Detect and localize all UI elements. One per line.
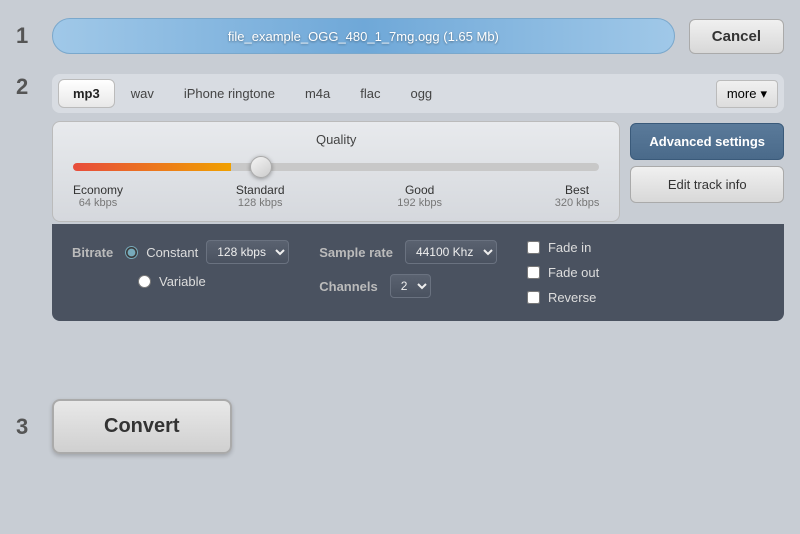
convert-button[interactable]: Convert xyxy=(52,399,232,454)
quality-markers: Economy 64 kbps Standard 128 kbps Good 1… xyxy=(73,183,599,209)
variable-label: Variable xyxy=(159,274,206,289)
spacer xyxy=(0,321,800,381)
file-bar: file_example_OGG_480_1_7mg.ogg (1.65 Mb) xyxy=(52,18,675,54)
marker-good-kbps: 192 kbps xyxy=(397,197,442,209)
constant-label: Constant xyxy=(146,245,198,260)
fade-out-checkbox[interactable] xyxy=(527,266,540,279)
marker-standard-kbps: 128 kbps xyxy=(236,197,285,209)
step2-row: 2 mp3 wav iPhone ringtone m4a flac ogg m… xyxy=(0,68,800,321)
marker-economy: Economy 64 kbps xyxy=(73,183,123,209)
tab-m4a[interactable]: m4a xyxy=(291,80,344,107)
variable-row: Variable xyxy=(72,274,289,289)
sample-channels-column: Sample rate 44100 Khz 22050 Khz 48000 Kh… xyxy=(319,240,497,298)
marker-best: Best 320 kbps xyxy=(555,183,600,209)
step3-row: 3 Convert xyxy=(0,381,800,454)
step1-number: 1 xyxy=(16,23,52,49)
fade-in-row: Fade in xyxy=(527,240,599,255)
marker-standard-label: Standard xyxy=(236,183,285,197)
tab-mp3[interactable]: mp3 xyxy=(58,79,115,108)
tab-ogg[interactable]: ogg xyxy=(396,80,446,107)
bitrate-column: Bitrate Constant 128 kbps 64 kbps 192 kb… xyxy=(72,240,289,289)
marker-good-label: Good xyxy=(397,183,442,197)
advanced-panel: Quality Economy 64 kbps Standard 128 kbp… xyxy=(52,121,784,222)
bitrate-label: Bitrate xyxy=(72,245,113,260)
bitrate-row: Bitrate Constant 128 kbps 64 kbps 192 kb… xyxy=(72,240,289,264)
sample-rate-select[interactable]: 44100 Khz 22050 Khz 48000 Khz xyxy=(405,240,497,264)
edit-track-button[interactable]: Edit track info xyxy=(630,166,784,203)
reverse-checkbox[interactable] xyxy=(527,291,540,304)
tab-wav[interactable]: wav xyxy=(117,80,168,107)
constant-radio[interactable] xyxy=(125,246,138,259)
sample-rate-row: Sample rate 44100 Khz 22050 Khz 48000 Kh… xyxy=(319,240,497,264)
cancel-button[interactable]: Cancel xyxy=(689,19,784,54)
bitrate-select[interactable]: 128 kbps 64 kbps 192 kbps 320 kbps xyxy=(206,240,289,264)
marker-good: Good 192 kbps xyxy=(397,183,442,209)
format-tabs: mp3 wav iPhone ringtone m4a flac ogg mor… xyxy=(52,74,784,113)
tab-flac[interactable]: flac xyxy=(346,80,394,107)
file-name: file_example_OGG_480_1_7mg.ogg (1.65 Mb) xyxy=(228,29,499,44)
marker-best-kbps: 320 kbps xyxy=(555,197,600,209)
tab-iphone-ringtone[interactable]: iPhone ringtone xyxy=(170,80,289,107)
sample-rate-label: Sample rate xyxy=(319,245,393,260)
advanced-settings-panel: Bitrate Constant 128 kbps 64 kbps 192 kb… xyxy=(52,224,784,321)
step3-number: 3 xyxy=(16,414,52,440)
marker-standard: Standard 128 kbps xyxy=(236,183,285,209)
marker-best-label: Best xyxy=(555,183,600,197)
step2-number: 2 xyxy=(16,74,52,100)
right-buttons: Advanced settings Edit track info xyxy=(630,121,784,222)
quality-slider[interactable] xyxy=(73,163,599,171)
effects-column: Fade in Fade out Reverse xyxy=(527,240,599,305)
more-label: more xyxy=(727,86,757,101)
quality-slider-wrap xyxy=(73,157,599,177)
fade-in-checkbox[interactable] xyxy=(527,241,540,254)
marker-economy-kbps: 64 kbps xyxy=(73,197,123,209)
fade-out-label: Fade out xyxy=(548,265,599,280)
channels-select[interactable]: 2 1 xyxy=(390,274,431,298)
step2-content: mp3 wav iPhone ringtone m4a flac ogg mor… xyxy=(52,74,784,321)
variable-radio[interactable] xyxy=(138,275,151,288)
fade-out-row: Fade out xyxy=(527,265,599,280)
channels-row: Channels 2 1 xyxy=(319,274,497,298)
reverse-label: Reverse xyxy=(548,290,596,305)
more-formats-button[interactable]: more ▾ xyxy=(716,80,778,108)
fade-in-label: Fade in xyxy=(548,240,591,255)
advanced-settings-button[interactable]: Advanced settings xyxy=(630,123,784,160)
channels-label: Channels xyxy=(319,279,378,294)
chevron-down-icon: ▾ xyxy=(760,86,767,102)
step1-row: 1 file_example_OGG_480_1_7mg.ogg (1.65 M… xyxy=(0,0,800,68)
marker-economy-label: Economy xyxy=(73,183,123,197)
reverse-row: Reverse xyxy=(527,290,599,305)
quality-title: Quality xyxy=(73,132,599,147)
quality-box: Quality Economy 64 kbps Standard 128 kbp… xyxy=(52,121,620,222)
